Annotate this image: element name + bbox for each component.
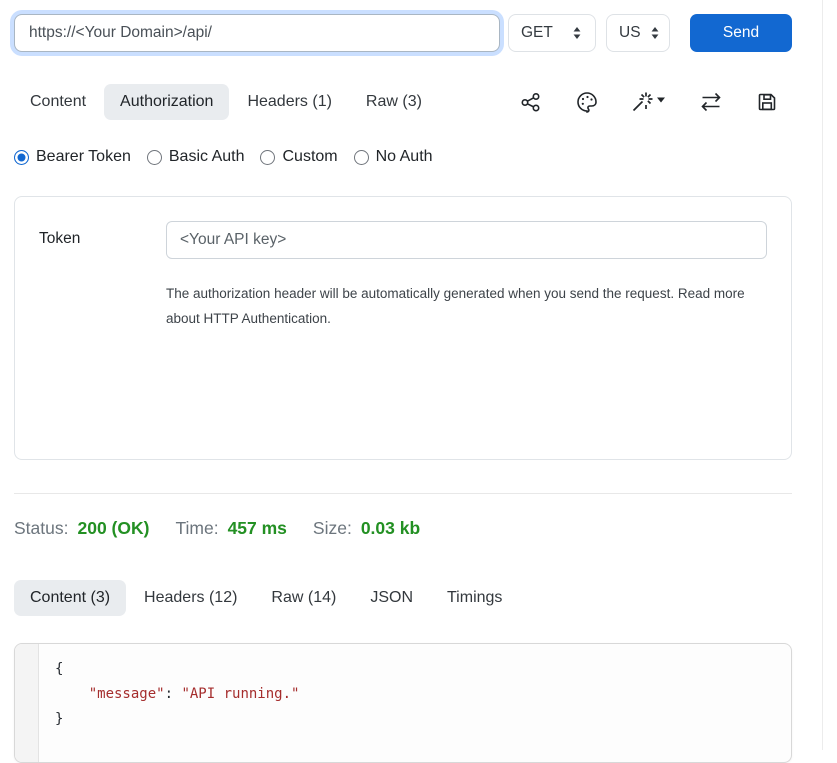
method-select-value: GET <box>521 24 553 42</box>
auth-panel: Token The authorization header will be a… <box>14 196 792 460</box>
size-label: Size: <box>313 518 352 539</box>
radio-button-icon <box>14 150 29 165</box>
url-input[interactable] <box>14 14 500 52</box>
code-gutter <box>15 644 39 762</box>
tab-authorization[interactable]: Authorization <box>104 84 229 120</box>
json-key: "message" <box>89 686 165 702</box>
code-line: "message": "API running." <box>55 682 775 707</box>
token-row: Token <box>39 221 767 259</box>
time-stat: Time: 457 ms <box>175 518 286 539</box>
radio-label: Bearer Token <box>36 148 131 166</box>
radio-label: Custom <box>282 148 337 166</box>
response-tabs: Content (3) Headers (12) Raw (14) JSON T… <box>14 577 792 619</box>
auth-type-options: Bearer Token Basic Auth Custom No Auth <box>14 148 792 166</box>
tab-response-timings[interactable]: Timings <box>431 580 518 616</box>
status-value: 200 (OK) <box>77 518 149 539</box>
share-icon[interactable] <box>518 89 544 115</box>
request-tabs-row: Content Authorization Headers (1) Raw (3… <box>14 82 792 122</box>
tab-raw[interactable]: Raw (3) <box>350 84 438 120</box>
response-body-card: { "message": "API running." } <box>14 643 792 763</box>
swap-arrows-icon[interactable] <box>698 89 724 115</box>
radio-button-icon <box>147 150 162 165</box>
radio-label: Basic Auth <box>169 148 245 166</box>
status-stat: Status: 200 (OK) <box>14 518 149 539</box>
time-value: 457 ms <box>228 518 287 539</box>
response-summary: Status: 200 (OK) Time: 457 ms Size: 0.03… <box>14 518 792 539</box>
size-value: 0.03 kb <box>361 518 420 539</box>
request-bar: GET US Send <box>14 14 792 52</box>
token-helper-text: The authorization header will be automat… <box>166 281 756 331</box>
stepper-icon <box>649 26 661 40</box>
json-value: "API running." <box>181 686 299 702</box>
radio-button-icon <box>354 150 369 165</box>
radio-custom[interactable]: Custom <box>260 148 337 166</box>
size-stat: Size: 0.03 kb <box>313 518 420 539</box>
radio-button-icon <box>260 150 275 165</box>
tab-headers[interactable]: Headers (1) <box>231 84 347 120</box>
tab-response-content[interactable]: Content (3) <box>14 580 126 616</box>
radio-basic-auth[interactable]: Basic Auth <box>147 148 245 166</box>
divider <box>14 493 792 494</box>
token-input[interactable] <box>166 221 767 259</box>
token-label: Token <box>39 221 166 248</box>
send-button[interactable]: Send <box>690 14 792 52</box>
tab-response-raw[interactable]: Raw (14) <box>255 580 352 616</box>
radio-label: No Auth <box>376 148 433 166</box>
save-icon[interactable] <box>754 89 780 115</box>
code-line: } <box>55 707 775 732</box>
time-label: Time: <box>175 518 218 539</box>
toolbar <box>518 89 792 115</box>
tab-response-headers[interactable]: Headers (12) <box>128 580 253 616</box>
response-json-body: { "message": "API running." } <box>39 644 791 762</box>
tab-response-json[interactable]: JSON <box>354 580 429 616</box>
region-select[interactable]: US <box>606 14 670 52</box>
api-tester-page: GET US Send Content Authorization Header… <box>0 0 806 763</box>
method-select[interactable]: GET <box>508 14 596 52</box>
radio-no-auth[interactable]: No Auth <box>354 148 433 166</box>
magic-wand-dropdown-icon[interactable] <box>630 89 668 115</box>
page-edge-divider <box>822 0 823 750</box>
stepper-icon <box>571 26 583 40</box>
request-tabs: Content Authorization Headers (1) Raw (3… <box>14 84 438 120</box>
status-label: Status: <box>14 518 68 539</box>
radio-bearer-token[interactable]: Bearer Token <box>14 148 131 166</box>
region-select-value: US <box>619 24 641 42</box>
palette-icon[interactable] <box>574 89 600 115</box>
code-line: { <box>55 657 775 682</box>
tab-content[interactable]: Content <box>14 84 102 120</box>
